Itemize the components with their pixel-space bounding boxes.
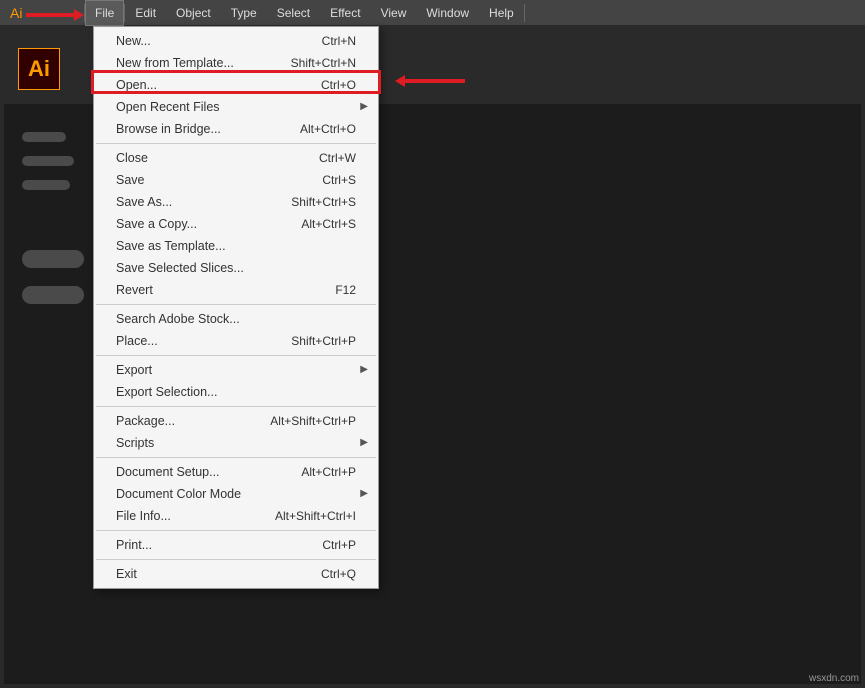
menubar-item-edit[interactable]: Edit <box>125 0 166 26</box>
menu-item-open-recent-files[interactable]: Open Recent Files ▶ <box>94 96 378 118</box>
placeholder-button <box>22 286 84 304</box>
menu-item-export[interactable]: Export ▶ <box>94 359 378 381</box>
menu-item-shortcut: Alt+Ctrl+P <box>301 464 356 480</box>
menubar-item-type[interactable]: Type <box>221 0 267 26</box>
submenu-arrow-icon: ▶ <box>360 486 368 502</box>
menu-item-save-selected-slices[interactable]: Save Selected Slices... <box>94 257 378 279</box>
menu-item-label: Export <box>116 362 152 378</box>
placeholder-line <box>22 132 66 142</box>
annotation-arrow-to-open <box>405 79 465 83</box>
menu-item-shortcut: Alt+Ctrl+S <box>301 216 356 232</box>
menu-item-shortcut: Ctrl+N <box>322 33 356 49</box>
menu-item-label: Save a Copy... <box>116 216 197 232</box>
illustrator-badge: Ai <box>18 48 60 90</box>
menu-item-save-as[interactable]: Save As... Shift+Ctrl+S <box>94 191 378 213</box>
menu-item-open[interactable]: Open... Ctrl+O <box>94 74 378 96</box>
menu-item-place[interactable]: Place... Shift+Ctrl+P <box>94 330 378 352</box>
top-menubar: Ai FileEditObjectTypeSelectEffectViewWin… <box>0 0 865 26</box>
submenu-arrow-icon: ▶ <box>360 362 368 378</box>
menu-separator <box>96 355 376 356</box>
menubar-item-object[interactable]: Object <box>166 0 221 26</box>
menu-item-label: Save as Template... <box>116 238 226 254</box>
menu-item-shortcut: Alt+Shift+Ctrl+I <box>275 508 356 524</box>
menu-separator <box>96 559 376 560</box>
menu-item-label: Document Setup... <box>116 464 220 480</box>
menu-item-label: Save <box>116 172 145 188</box>
placeholder-line <box>22 180 70 190</box>
menu-item-package[interactable]: Package... Alt+Shift+Ctrl+P <box>94 410 378 432</box>
menu-separator <box>96 143 376 144</box>
menu-item-document-setup[interactable]: Document Setup... Alt+Ctrl+P <box>94 461 378 483</box>
menu-item-label: New from Template... <box>116 55 234 71</box>
menubar-divider <box>524 4 525 22</box>
menu-item-search-adobe-stock[interactable]: Search Adobe Stock... <box>94 308 378 330</box>
menu-item-label: Save Selected Slices... <box>116 260 244 276</box>
submenu-arrow-icon: ▶ <box>360 99 368 115</box>
menu-item-label: Place... <box>116 333 158 349</box>
menu-item-print[interactable]: Print... Ctrl+P <box>94 534 378 556</box>
menu-item-new-from-template[interactable]: New from Template... Shift+Ctrl+N <box>94 52 378 74</box>
menu-item-save[interactable]: Save Ctrl+S <box>94 169 378 191</box>
menu-item-label: Export Selection... <box>116 384 217 400</box>
menubar-item-effect[interactable]: Effect <box>320 0 370 26</box>
menu-item-shortcut: Alt+Ctrl+O <box>300 121 356 137</box>
menu-item-label: File Info... <box>116 508 171 524</box>
annotation-arrow-to-file <box>26 13 76 17</box>
menu-item-scripts[interactable]: Scripts ▶ <box>94 432 378 454</box>
menu-item-label: Package... <box>116 413 175 429</box>
menu-separator <box>96 406 376 407</box>
sidebar-placeholders <box>22 132 84 318</box>
menu-item-shortcut: Shift+Ctrl+N <box>291 55 356 71</box>
menu-item-shortcut: Ctrl+W <box>319 150 356 166</box>
menu-item-shortcut: Shift+Ctrl+P <box>291 333 356 349</box>
app-logo-area: Ai <box>0 5 84 21</box>
menubar-item-file[interactable]: File <box>85 0 124 26</box>
menu-item-shortcut: Ctrl+S <box>322 172 356 188</box>
menu-separator <box>96 457 376 458</box>
submenu-arrow-icon: ▶ <box>360 435 368 451</box>
menubar-item-help[interactable]: Help <box>479 0 524 26</box>
menu-item-browse-in-bridge[interactable]: Browse in Bridge... Alt+Ctrl+O <box>94 118 378 140</box>
menubar-item-view[interactable]: View <box>371 0 417 26</box>
menu-item-shortcut: Ctrl+O <box>321 77 356 93</box>
menu-item-label: Open... <box>116 77 157 93</box>
menu-item-file-info[interactable]: File Info... Alt+Shift+Ctrl+I <box>94 505 378 527</box>
menu-item-shortcut: Alt+Shift+Ctrl+P <box>270 413 356 429</box>
menu-item-label: Search Adobe Stock... <box>116 311 240 327</box>
menu-item-label: Close <box>116 150 148 166</box>
placeholder-line <box>22 156 74 166</box>
menu-item-export-selection[interactable]: Export Selection... <box>94 381 378 403</box>
menu-item-save-a-copy[interactable]: Save a Copy... Alt+Ctrl+S <box>94 213 378 235</box>
menu-item-shortcut: F12 <box>335 282 356 298</box>
app-logo-text: Ai <box>10 5 22 21</box>
menu-item-label: Exit <box>116 566 137 582</box>
menubar: FileEditObjectTypeSelectEffectViewWindow… <box>85 0 525 26</box>
menubar-item-window[interactable]: Window <box>416 0 479 26</box>
watermark: wsxdn.com <box>809 673 859 684</box>
menu-item-label: Document Color Mode <box>116 486 241 502</box>
menu-item-new[interactable]: New... Ctrl+N <box>94 30 378 52</box>
menu-item-document-color-mode[interactable]: Document Color Mode ▶ <box>94 483 378 505</box>
menu-item-shortcut: Shift+Ctrl+S <box>291 194 356 210</box>
menu-separator <box>96 530 376 531</box>
menu-item-save-as-template[interactable]: Save as Template... <box>94 235 378 257</box>
menubar-item-select[interactable]: Select <box>267 0 320 26</box>
menu-item-exit[interactable]: Exit Ctrl+Q <box>94 563 378 585</box>
menu-item-revert[interactable]: Revert F12 <box>94 279 378 301</box>
menu-item-label: Browse in Bridge... <box>116 121 221 137</box>
file-menu-dropdown: New... Ctrl+N New from Template... Shift+Ct… <box>93 26 379 589</box>
menu-item-label: Save As... <box>116 194 172 210</box>
placeholder-button <box>22 250 84 268</box>
menu-item-label: Scripts <box>116 435 154 451</box>
menu-item-label: Revert <box>116 282 153 298</box>
menu-item-label: Open Recent Files <box>116 99 220 115</box>
menu-item-label: New... <box>116 33 151 49</box>
menu-item-shortcut: Ctrl+Q <box>321 566 356 582</box>
menu-item-shortcut: Ctrl+P <box>322 537 356 553</box>
menu-item-label: Print... <box>116 537 152 553</box>
menu-item-close[interactable]: Close Ctrl+W <box>94 147 378 169</box>
menu-separator <box>96 304 376 305</box>
